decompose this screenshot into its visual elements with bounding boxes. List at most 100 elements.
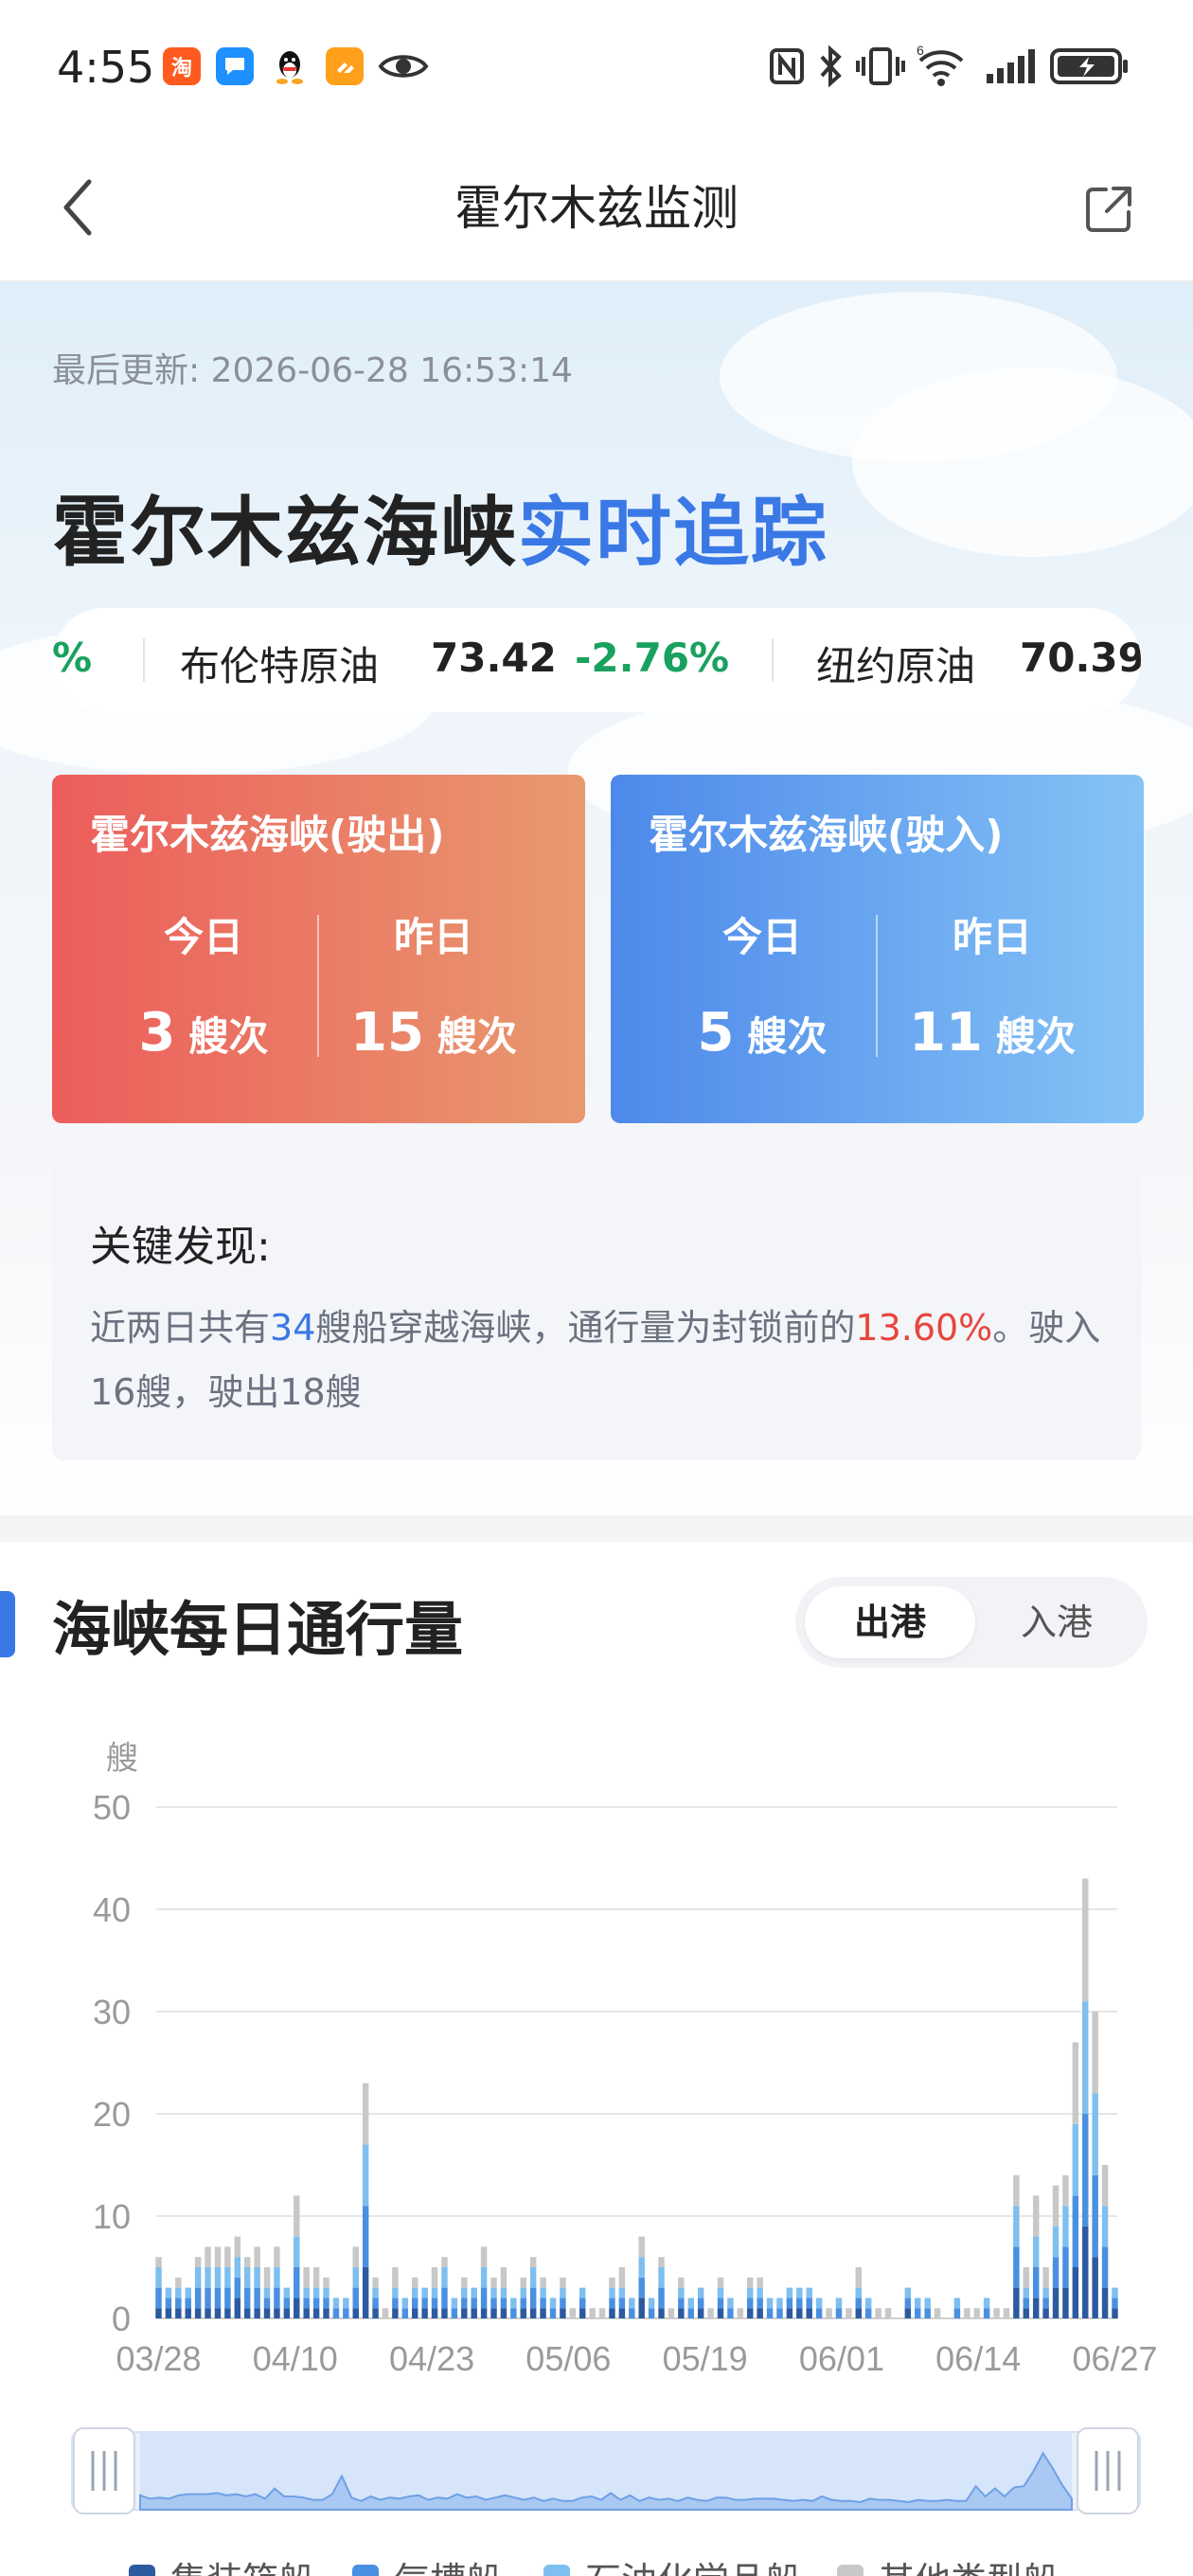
chart-bar-segment — [747, 2287, 754, 2299]
chart-bar-segment — [352, 2267, 359, 2288]
chart-legend: 集装箱船 气槽船 石油化学品船 其他类型船 — [129, 2562, 1059, 2576]
chart-bar-segment — [254, 2308, 260, 2318]
ticker-item-name: 纽约原油 — [816, 643, 976, 689]
chart-bar-segment — [687, 2298, 694, 2309]
chart-bar-segment — [1003, 2308, 1010, 2318]
chart-bar-segment — [915, 2298, 921, 2309]
chart-bar-segment — [806, 2298, 812, 2309]
unit-label: 艘次 — [747, 1013, 828, 1060]
chart-bar-segment — [401, 2308, 409, 2318]
chart-bar-segment — [294, 2236, 300, 2267]
chart-bar-segment — [757, 2287, 763, 2299]
chart-bar-segment — [638, 2257, 645, 2278]
chart-bar-segment — [224, 2246, 231, 2267]
chart-bar-segment — [283, 2298, 291, 2309]
yesterday-label: 昨日 — [393, 914, 473, 960]
chart-bar-segment — [835, 2298, 843, 2309]
chart-bar-segment — [451, 2298, 458, 2309]
chart-bar-segment — [194, 2257, 202, 2267]
chart-bar-segment — [579, 2308, 586, 2318]
chart-bar-segment — [185, 2308, 191, 2318]
legend-swatch — [129, 2565, 155, 2576]
chart-bar-segment — [786, 2287, 793, 2299]
chart-bar-segment — [294, 2298, 300, 2318]
chart-bar-segment — [924, 2308, 931, 2318]
chart-bar-segment — [411, 2298, 418, 2309]
chart-bar-segment — [1023, 2308, 1030, 2318]
chart-bar-segment — [411, 2277, 418, 2288]
findings-percent: 13.60% — [855, 1307, 993, 1349]
chart-bar-segment — [1062, 2174, 1069, 2207]
share-external-icon[interactable] — [1081, 182, 1136, 237]
chart-bar-segment — [638, 2298, 645, 2318]
oil-price-ticker[interactable]: % 布伦特原油 73.42 -2.76% 纽约原油 70.39 — [52, 608, 1141, 712]
chart-bar-segment — [678, 2277, 685, 2288]
chart-bar-segment — [638, 2236, 645, 2258]
ticker-divider — [772, 638, 774, 682]
chart-bar-segment — [323, 2298, 329, 2309]
chart-bar-segment — [1032, 2298, 1040, 2318]
chart-bar-segment — [323, 2277, 329, 2288]
chart-bar-segment — [431, 2308, 438, 2318]
yesterday-count: 15 — [350, 1002, 424, 1064]
tab-inbound[interactable]: 入港 — [975, 1586, 1138, 1658]
chart-bar-segment — [254, 2287, 260, 2309]
status-time: 4:55 — [57, 42, 155, 93]
chart-bar-segment — [471, 2308, 477, 2318]
chart-bar-segment — [520, 2308, 526, 2318]
chart-bar-segment — [392, 2287, 399, 2299]
y-tick-label: 40 — [93, 1890, 131, 1929]
chart-bar-segment — [1112, 2298, 1118, 2309]
chart-bar-segment — [194, 2267, 202, 2288]
chart-bar-segment — [540, 2277, 546, 2288]
chart-bar-segment — [234, 2298, 241, 2318]
chart-bar-segment — [529, 2287, 537, 2309]
range-end-handle[interactable] — [1077, 2427, 1139, 2514]
chart-bar-segment — [372, 2287, 379, 2299]
chart-bar-segment — [480, 2308, 488, 2318]
status-bar: 4:55 淘 6 — [0, 0, 1193, 133]
chart-bar-segment — [451, 2308, 458, 2318]
today-value: 3 艘次 — [90, 1002, 317, 1064]
chart-bar-segment — [855, 2308, 863, 2318]
chart-bar-segment — [598, 2308, 606, 2318]
chart-bar-segment — [747, 2308, 754, 2318]
legend-swatch — [352, 2565, 379, 2576]
ticker-fragment: % — [52, 635, 93, 681]
x-axis-labels: 03/28 04/10 04/23 05/06 05/19 06/01 06/14 06/27 — [116, 2339, 1157, 2378]
chart-bar-segment — [243, 2257, 251, 2267]
chart-bar-segment — [431, 2298, 438, 2309]
today-count: 5 — [697, 1002, 735, 1064]
chart-bar-segment — [274, 2308, 280, 2318]
range-start-handle[interactable] — [73, 2427, 135, 2514]
chart-bar-segment — [155, 2267, 162, 2288]
chart-bar-segment — [312, 2267, 320, 2288]
chart-bar-segment — [1092, 2174, 1098, 2258]
chart-bar-segment — [855, 2267, 863, 2288]
chart-bar-segment — [569, 2308, 577, 2318]
headline-highlight: 实时追踪 — [518, 489, 828, 577]
chart-bar-segment — [707, 2308, 714, 2318]
chart-bar-segment — [1052, 2185, 1059, 2227]
bluetooth-icon — [820, 45, 842, 87]
chart-bar-segment — [737, 2308, 744, 2318]
chart-bar-segment — [471, 2287, 477, 2299]
chart-bar-segment — [234, 2236, 241, 2258]
chart-bar-segment — [323, 2287, 329, 2299]
range-slider[interactable] — [71, 2427, 1141, 2514]
y-tick-label: 20 — [93, 2095, 131, 2134]
unit-label: 艘次 — [995, 1013, 1076, 1060]
chart-bar-segment — [717, 2308, 724, 2318]
svg-text:6: 6 — [917, 44, 924, 58]
chart-bar-segment — [1042, 2287, 1049, 2299]
today-count: 3 — [138, 1002, 176, 1064]
key-findings-panel: 关键发现: 近两日共有34艘船穿越海峡，通行量为封锁前的13.60%。驶入16艘… — [52, 1163, 1141, 1460]
section-accent-bar — [0, 1591, 15, 1657]
chart-bar-segment — [224, 2308, 231, 2318]
chart-bar-segment — [1052, 2257, 1059, 2288]
section-separator — [0, 1515, 1193, 1542]
chart-bar-segment — [372, 2277, 379, 2288]
chart-bar-segment — [1032, 2236, 1040, 2267]
card-title: 霍尔木兹海峡(驶入) — [649, 812, 1004, 858]
tab-outbound[interactable]: 出港 — [805, 1586, 975, 1658]
